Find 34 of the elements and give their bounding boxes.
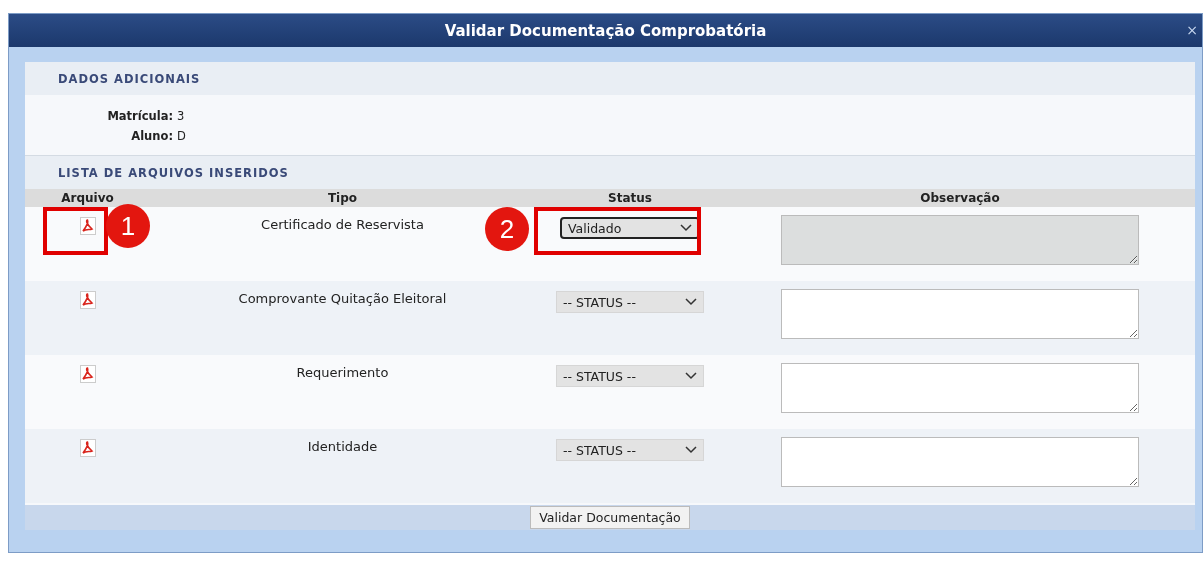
section-title: DADOS ADICIONAIS xyxy=(58,71,201,86)
chevron-down-icon xyxy=(685,372,697,380)
field-label: Matrícula: xyxy=(106,109,174,123)
step-number: 2 xyxy=(485,207,529,251)
chevron-down-icon xyxy=(685,298,697,306)
observation-field[interactable] xyxy=(781,363,1139,413)
column-header: Tipo xyxy=(150,189,535,207)
field-label: Aluno: xyxy=(130,129,174,143)
chevron-down-icon xyxy=(685,446,697,454)
status-dropdown[interactable]: -- STATUS -- xyxy=(556,365,704,387)
observation-field[interactable] xyxy=(781,437,1139,487)
pdf-file-icon[interactable] xyxy=(79,365,96,383)
field-value: 3 xyxy=(177,109,185,123)
validate-button[interactable]: Validar Documentação xyxy=(530,506,690,529)
column-header: Arquivo xyxy=(25,189,150,207)
pdf-file-icon[interactable] xyxy=(79,291,96,309)
observation-field[interactable] xyxy=(781,289,1139,339)
close-button[interactable]: × xyxy=(1186,22,1198,38)
pdf-file-icon[interactable] xyxy=(79,439,96,457)
field-value: D xyxy=(177,129,186,143)
status-dropdown[interactable]: -- STATUS -- xyxy=(556,291,704,313)
table-cell: Requerimento xyxy=(296,365,389,380)
table-cell: Comprovante Quitação Eleitoral xyxy=(238,291,447,306)
section-title: LISTA DE ARQUIVOS INSERIDOS xyxy=(58,165,289,180)
status-dropdown[interactable]: -- STATUS -- xyxy=(556,439,704,461)
table-cell: Identidade xyxy=(307,439,378,454)
table-cell: Certificado de Reservista xyxy=(261,217,424,232)
column-header: Observação xyxy=(725,189,1195,207)
column-header: Status xyxy=(535,189,725,207)
status-dropdown[interactable]: Validado xyxy=(560,217,700,239)
chevron-down-icon xyxy=(680,224,692,232)
window-title: Validar Documentação Comprobatória xyxy=(444,21,767,40)
pdf-file-icon[interactable] xyxy=(79,217,96,235)
step-number: 1 xyxy=(106,204,150,248)
